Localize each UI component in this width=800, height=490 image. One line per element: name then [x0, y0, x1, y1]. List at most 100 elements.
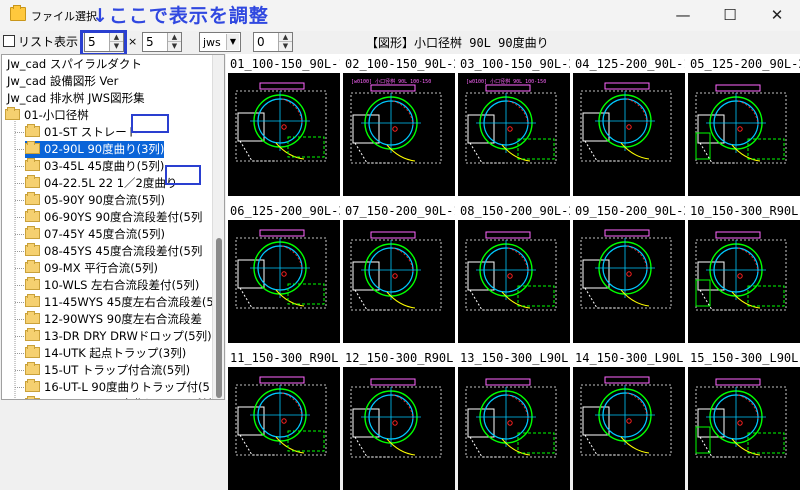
thumbnail-item[interactable]: 14_150-300_L90L-2	[573, 350, 685, 490]
cad-drawing-preview	[695, 378, 787, 458]
tree-item[interactable]: 07-45Y 45度合流(5列)	[25, 226, 165, 243]
tree-item[interactable]: 01-小口径桝	[5, 107, 89, 124]
minimize-button[interactable]: —	[660, 0, 706, 31]
cad-drawing-preview	[695, 231, 787, 311]
thumbnail-item[interactable]: 13_150-300_L90L-1	[458, 350, 570, 490]
tree-item[interactable]: 01-ST ストレート	[25, 124, 138, 141]
thumbnail-item[interactable]: 06_125-200_90L-3	[228, 203, 340, 343]
title-bar: ファイル選択 ↓ここで表示を調整 — ☐ ✕	[0, 0, 800, 31]
tree-item[interactable]: 14-UTK 起点トラップ(3列)	[25, 345, 186, 362]
scrollbar-thumb[interactable]	[216, 238, 222, 398]
tree-item-label: 01-ST ストレート	[44, 125, 139, 139]
tree-item[interactable]: 13-DR DRY DRWドロップ(5列)	[25, 328, 212, 345]
spin-down-button[interactable]: ▼	[168, 42, 181, 51]
thumbnail-item[interactable]: 05_125-200_90L-2	[688, 56, 800, 196]
svg-text:[w0100] 小口径桝 90L 100-150: [w0100] 小口径桝 90L 100-150	[466, 78, 546, 85]
tree-item[interactable]: Jw_cad 設備図形 Ver	[7, 73, 118, 90]
tree-item[interactable]: 16-UT-L 90度曲りトラップ付(5	[25, 379, 210, 396]
cad-drawing-preview	[465, 378, 557, 458]
rows-spinner[interactable]: 5 ▲ ▼	[84, 32, 124, 52]
thumbnail-label: 09_150-200_90L-3	[573, 203, 685, 220]
number-spinner[interactable]: 0 ▲ ▼	[253, 32, 293, 52]
cad-drawing-preview	[580, 229, 672, 309]
tree-item-label: 04-22.5L 22 1／2度曲り	[44, 176, 178, 190]
spin-up-button[interactable]: ▲	[168, 33, 181, 42]
folder-icon	[25, 362, 40, 375]
tree-item[interactable]: Jw_cad 排水桝 JWS図形集	[7, 90, 145, 107]
current-folder-label: 【図形】小口径桝 90L 90度曲り	[366, 36, 549, 50]
tree-item[interactable]: 04-22.5L 22 1／2度曲り	[25, 175, 177, 192]
thumbnail-item[interactable]: 04_125-200_90L-1	[573, 56, 685, 196]
tree-item-label: 09-MX 平行合流(5列)	[44, 261, 159, 275]
thumbnail-item[interactable]: 02_100-150_90L-2 [w0100] 小口径桝 90L 100-150	[343, 56, 455, 196]
thumbnail-item[interactable]: 09_150-200_90L-3	[573, 203, 685, 343]
cad-drawing-preview	[235, 376, 327, 456]
thumbnail-label: 11_150-300_R90L-2	[228, 350, 340, 367]
thumbnail-item[interactable]: 07_150-200_90L-1	[343, 203, 455, 343]
tree-item[interactable]: 11-45WYS 45度左右合流段差(5	[25, 294, 214, 311]
cad-drawing-preview	[235, 229, 327, 309]
thumbnail-label: 02_100-150_90L-2	[343, 56, 455, 73]
thumbnail-label: 10_150-300_R90L-1	[688, 203, 800, 220]
thumbnail-grid[interactable]: 01_100-150_90L-1 02_100-150_90L-2 [w0100] …	[226, 54, 800, 490]
tree-item[interactable]: 02-90L 90度曲り(3列)	[25, 141, 165, 158]
tree-item[interactable]: 03-45L 45度曲り(5列)	[25, 158, 164, 175]
tree-item[interactable]: 17-UT-45L 45度曲りトラップ付	[25, 396, 213, 399]
chevron-down-icon: ▼	[226, 34, 239, 50]
tree-item[interactable]: 15-UT トラップ付合流(5列)	[25, 362, 190, 379]
folder-icon	[25, 328, 40, 341]
cad-drawing-preview	[580, 376, 672, 456]
tree-item-label: Jw_cad スパイラルダクト	[7, 57, 142, 71]
thumbnail-label: 14_150-300_L90L-2	[573, 350, 685, 367]
thumbnail-item[interactable]: 01_100-150_90L-1	[228, 56, 340, 196]
folder-icon	[25, 124, 40, 137]
highlight-box	[131, 114, 169, 133]
maximize-button[interactable]: ☐	[707, 0, 753, 31]
cols-value: 5	[146, 35, 154, 49]
tree-item[interactable]: Jw_cad スパイラルダクト	[7, 56, 142, 73]
close-button[interactable]: ✕	[754, 0, 800, 31]
spin-down-button[interactable]: ▼	[110, 42, 123, 51]
spin-up-button[interactable]: ▲	[279, 33, 292, 42]
folder-icon	[25, 294, 40, 307]
tree-item-label: Jw_cad 排水桝 JWS図形集	[7, 91, 145, 105]
thumbnail-label: 03_100-150_90L-3	[458, 56, 570, 73]
extension-select[interactable]: jws ▼	[199, 32, 241, 52]
thumbnail-item[interactable]: 03_100-150_90L-3 [w0100] 小口径桝 90L 100-150	[458, 56, 570, 196]
tree-item-label: 16-UT-L 90度曲りトラップ付(5	[44, 380, 210, 394]
thumbnail-label: 07_150-200_90L-1	[343, 203, 455, 220]
list-view-checkbox[interactable]	[3, 35, 15, 47]
tree-item[interactable]: 05-90Y 90度合流(5列)	[25, 192, 165, 209]
thumbnail-item[interactable]: 12_150-300_R90L-3	[343, 350, 455, 490]
tree-item[interactable]: 10-WLS 左右合流段差付(5列)	[25, 277, 199, 294]
extension-value: jws	[203, 36, 221, 49]
tree-item[interactable]: 12-90WYS 90度左右合流段差	[25, 311, 202, 328]
cad-drawing-preview: [w0100] 小口径桝 90L 100-150	[350, 78, 442, 164]
tree-scrollbar[interactable]	[212, 55, 224, 399]
list-view-label: リスト表示	[18, 35, 79, 49]
times-separator: ×	[128, 35, 138, 48]
minimize-icon: —	[675, 6, 691, 24]
cad-drawing-preview	[235, 82, 327, 162]
tree-item[interactable]: 08-45YS 45度合流段差付(5列	[25, 243, 202, 260]
folder-tree[interactable]: Jw_cad スパイラルダクト Jw_cad 設備図形 Ver Jw_cad 排水桝…	[1, 54, 225, 400]
cad-drawing-preview: [w0100] 小口径桝 90L 100-150	[465, 78, 557, 164]
highlight-box	[165, 165, 201, 185]
thumbnail-item[interactable]: 08_150-200_90L-2	[458, 203, 570, 343]
thumbnail-item[interactable]: 10_150-300_R90L-1	[688, 203, 800, 343]
tree-item[interactable]: 09-MX 平行合流(5列)	[25, 260, 158, 277]
cad-drawing-preview	[580, 82, 672, 162]
thumbnail-label: 15_150-300_L90L-3	[688, 350, 800, 367]
cols-spinner[interactable]: 5 ▲ ▼	[142, 32, 182, 52]
svg-text:[w0100] 小口径桝 90L 100-150: [w0100] 小口径桝 90L 100-150	[351, 78, 431, 85]
spin-down-button[interactable]: ▼	[279, 42, 292, 51]
thumbnail-label: 01_100-150_90L-1	[228, 56, 340, 73]
tree-item-label: 15-UT トラップ付合流(5列)	[44, 363, 191, 377]
thumbnail-item[interactable]: 11_150-300_R90L-2	[228, 350, 340, 490]
thumbnail-item[interactable]: 15_150-300_L90L-3	[688, 350, 800, 490]
tree-item[interactable]: 06-90YS 90度合流段差付(5列	[25, 209, 202, 226]
folder-icon	[25, 345, 40, 358]
rows-value: 5	[88, 35, 96, 49]
spin-up-button[interactable]: ▲	[110, 33, 123, 42]
tree-item-label: 05-90Y 90度合流(5列)	[44, 193, 166, 207]
